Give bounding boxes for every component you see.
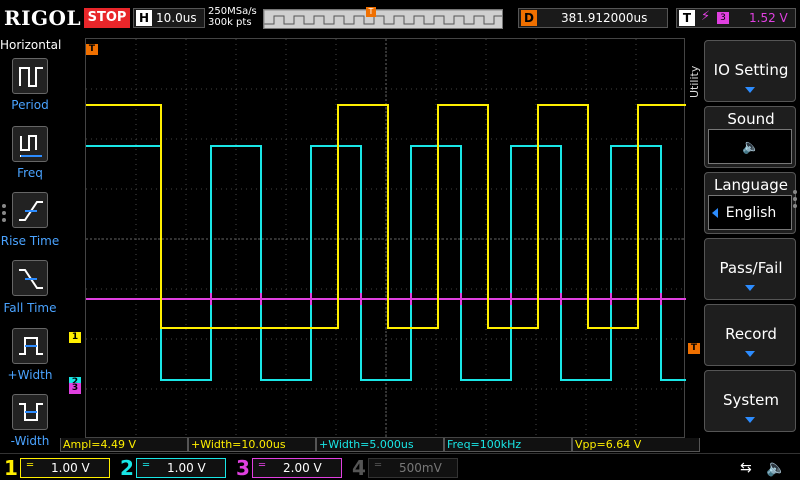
rise-time-icon — [19, 201, 43, 221]
trigger-source: 3 — [717, 12, 729, 24]
language-value: English — [725, 205, 777, 221]
waveform-display[interactable] — [85, 38, 686, 439]
trigger-key: T — [679, 10, 695, 26]
negative-width-icon — [19, 403, 43, 421]
negative-width-button[interactable] — [12, 394, 48, 430]
top-status-bar: RIGOL STOP H 10.0us 250MSa/s 300k pts T … — [0, 0, 800, 36]
rise-time-label: Rise Time — [0, 234, 60, 248]
channel-4-box: ═ 500mV — [368, 458, 458, 478]
io-setting-label: IO Setting — [713, 61, 789, 79]
fall-time-button[interactable] — [12, 260, 48, 296]
scroll-indicator — [2, 204, 6, 225]
chevron-down-icon — [745, 417, 755, 423]
language-button[interactable]: Language English — [704, 172, 796, 234]
channel-4-scale: 500mV — [399, 461, 442, 475]
timebase-box[interactable]: H 10.0us — [133, 8, 205, 28]
rigol-logo: RIGOL — [4, 6, 82, 30]
language-value-box: English — [708, 195, 792, 230]
channel-1-scale: 1.00 V — [51, 461, 90, 475]
measurement-pos-width-ch1[interactable]: +Width=10.00us — [188, 438, 316, 452]
horizontal-measure-panel: Horizontal Period Freq Rise Time Fall Ti… — [0, 36, 62, 452]
fall-time-icon — [19, 269, 43, 289]
channel-2-scale: 1.00 V — [167, 461, 206, 475]
chevron-down-icon — [745, 87, 755, 93]
measurement-pos-width-ch2[interactable]: +Width=5.000us — [316, 438, 444, 452]
memory-overview-strip — [263, 9, 503, 29]
dc-coupling-icon: ═ — [375, 460, 382, 471]
pass-fail-label: Pass/Fail — [719, 259, 783, 277]
channel-bar: 1 ═ 1.00 V 2 ═ 1.00 V 3 ═ 2.00 V 4 ═ 500… — [0, 453, 800, 480]
period-button[interactable] — [12, 58, 48, 94]
scroll-indicator — [793, 190, 799, 211]
channel-1-offset-marker[interactable]: 1 — [69, 332, 81, 343]
channel-3-offset-marker[interactable]: 3 — [69, 383, 81, 394]
delay-value: 381.912000us — [561, 11, 648, 25]
period-icon — [19, 67, 43, 87]
channel-3-scale: 2.00 V — [283, 461, 322, 475]
menu-header: Utility — [688, 65, 701, 99]
dc-coupling-icon: ═ — [143, 460, 150, 471]
chevron-down-icon — [745, 285, 755, 291]
pass-fail-button[interactable]: Pass/Fail — [704, 238, 796, 300]
sound-label: Sound — [727, 110, 775, 128]
system-label: System — [723, 391, 779, 409]
positive-width-icon — [19, 337, 43, 355]
channel-1-box: ═ 1.00 V — [20, 458, 110, 478]
channel-1-indicator[interactable]: 1 ═ 1.00 V — [0, 456, 116, 480]
usb-icon: ⇆ — [740, 460, 752, 476]
frequency-label: Freq — [17, 166, 43, 180]
acquisition-info: 250MSa/s 300k pts — [208, 6, 257, 28]
speaker-icon: 🔈 — [742, 139, 760, 155]
trigger-box[interactable]: T ⚡ 3 1.52 V — [676, 8, 796, 28]
trigger-time-marker[interactable]: T — [86, 44, 98, 55]
graticule — [86, 39, 686, 439]
rise-time-button[interactable] — [12, 192, 48, 228]
fall-time-label: Fall Time — [3, 301, 57, 315]
channel-3-box: ═ 2.00 V — [252, 458, 342, 478]
delay-key: D — [521, 10, 537, 26]
channel-2-box: ═ 1.00 V — [136, 458, 226, 478]
measurement-frequency[interactable]: Freq=100kHz — [444, 438, 572, 452]
positive-width-button[interactable] — [12, 328, 48, 364]
timebase-value: 10.0us — [156, 11, 197, 25]
panel-title: Horizontal — [0, 38, 62, 52]
memory-overview-waveform — [264, 10, 502, 28]
sound-value: 🔈 — [708, 129, 792, 164]
sample-rate: 250MSa/s — [208, 6, 257, 17]
record-button[interactable]: Record — [704, 304, 796, 366]
channel-4-indicator[interactable]: 4 ═ 500mV — [348, 456, 464, 480]
run-stop-status[interactable]: STOP — [84, 8, 130, 28]
dc-coupling-icon: ═ — [27, 460, 34, 471]
speaker-mute-icon[interactable]: 🔈 — [766, 458, 786, 477]
measurement-amplitude[interactable]: Ampl=4.49 V — [60, 438, 188, 452]
positive-width-label: +Width — [7, 368, 53, 382]
delay-box[interactable]: D 381.912000us — [518, 8, 668, 28]
period-label: Period — [11, 98, 49, 112]
channel-3-indicator[interactable]: 3 ═ 2.00 V — [232, 456, 348, 480]
negative-width-label: -Width — [10, 434, 50, 448]
timebase-key: H — [136, 10, 152, 26]
record-label: Record — [725, 325, 777, 343]
rising-edge-icon: ⚡ — [701, 9, 711, 24]
trigger-position-marker: T — [366, 7, 376, 17]
chevron-down-icon — [745, 351, 755, 357]
channel-2-indicator[interactable]: 2 ═ 1.00 V — [116, 456, 232, 480]
system-button[interactable]: System — [704, 370, 796, 432]
io-setting-button[interactable]: IO Setting — [704, 40, 796, 102]
frequency-button[interactable] — [12, 126, 48, 162]
trigger-level-marker[interactable]: T — [688, 343, 700, 354]
measurement-vpp[interactable]: Vpp=6.64 V — [572, 438, 700, 452]
trigger-level: 1.52 V — [749, 11, 788, 25]
measurement-bar: Ampl=4.49 V +Width=10.00us +Width=5.000u… — [60, 438, 700, 452]
dc-coupling-icon: ═ — [259, 460, 266, 471]
utility-menu: IO Setting Sound 🔈 Language English Pass… — [704, 40, 800, 440]
memory-depth: 300k pts — [208, 17, 252, 28]
language-label: Language — [713, 176, 789, 194]
sound-button[interactable]: Sound 🔈 — [704, 106, 796, 168]
frequency-icon — [20, 135, 42, 157]
